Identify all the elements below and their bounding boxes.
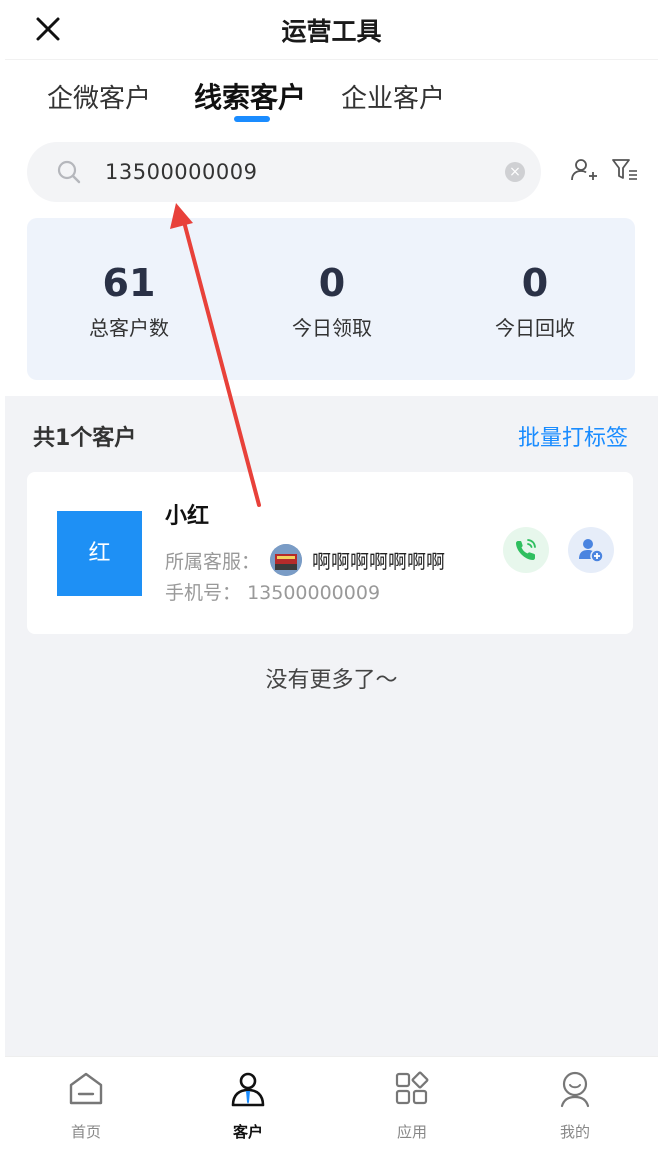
customer-list-area: 共1个客户 批量打标签 红 小红 所属客服： 啊啊啊啊啊啊啊 手机号： 1350…	[5, 396, 658, 1056]
clear-search-icon[interactable]: ×	[505, 162, 525, 182]
filter-icon[interactable]	[611, 156, 639, 184]
owner-label: 所属客服：	[165, 550, 261, 573]
stat-label: 总客户数	[89, 316, 169, 340]
customer-name: 小红	[165, 504, 210, 529]
tab-wecom-customers[interactable]: 企微客户	[47, 78, 151, 115]
call-button[interactable]	[503, 527, 549, 573]
customer-icon	[231, 1072, 265, 1107]
stat-label: 今日领取	[292, 316, 372, 340]
nav-apps[interactable]: 应用	[372, 1069, 452, 1142]
bottom-nav: 首页 客户 应用 我的	[5, 1056, 658, 1154]
stat-value: 61	[102, 261, 156, 305]
active-tab-indicator	[234, 116, 270, 122]
phone-number: 13500000009	[247, 582, 381, 604]
customer-count: 共1个客户	[33, 426, 137, 451]
app-frame: 运营工具 企微客户 线索客户 企业客户 × 61 总客户数 0	[5, 0, 658, 1154]
stat-label: 今日回收	[495, 316, 575, 340]
batch-tag-button[interactable]: 批量打标签	[518, 420, 628, 452]
apps-icon	[395, 1071, 429, 1105]
stat-value: 0	[318, 261, 346, 305]
stat-value: 0	[521, 261, 549, 305]
page-title: 运营工具	[281, 17, 382, 46]
phone-row: 手机号： 13500000009	[165, 578, 380, 605]
stat-claimed-today: 0 今日领取	[232, 260, 432, 341]
phone-icon	[516, 539, 536, 560]
add-contact-icon	[579, 539, 604, 563]
nav-label: 客户	[232, 1123, 263, 1141]
phone-label: 手机号：	[165, 582, 242, 604]
owner-name: 啊啊啊啊啊啊啊	[312, 550, 446, 573]
list-end-text: 没有更多了～	[265, 668, 398, 693]
nav-home[interactable]: 首页	[46, 1069, 126, 1142]
tab-bar: 企微客户 线索客户 企业客户	[5, 70, 658, 134]
customer-card[interactable]: 红 小红 所属客服： 啊啊啊啊啊啊啊 手机号： 13500000009	[27, 472, 633, 634]
tab-lead-customers[interactable]: 线索客户	[194, 76, 306, 116]
customer-avatar: 红	[57, 511, 142, 596]
nav-label: 应用	[396, 1123, 427, 1141]
nav-label: 首页	[70, 1123, 101, 1141]
nav-label: 我的	[559, 1123, 590, 1141]
profile-icon	[560, 1071, 590, 1108]
stat-recycled-today: 0 今日回收	[435, 260, 635, 341]
stat-total-customers: 61 总客户数	[29, 260, 229, 341]
add-user-icon[interactable]	[570, 156, 598, 184]
tab-enterprise-customers[interactable]: 企业客户	[341, 78, 445, 115]
search-input[interactable]	[105, 142, 485, 202]
header: 运营工具	[5, 0, 658, 60]
search-bar: ×	[27, 142, 541, 202]
owner-row: 所属客服： 啊啊啊啊啊啊啊	[165, 544, 445, 576]
nav-customers[interactable]: 客户	[208, 1069, 288, 1142]
add-contact-button[interactable]	[568, 527, 614, 573]
staff-avatar	[270, 544, 303, 576]
nav-profile[interactable]: 我的	[535, 1069, 615, 1142]
staff-avatar-image	[270, 544, 303, 576]
home-icon	[69, 1072, 103, 1105]
stats-panel: 61 总客户数 0 今日领取 0 今日回收	[27, 218, 635, 380]
search-icon	[57, 160, 81, 184]
